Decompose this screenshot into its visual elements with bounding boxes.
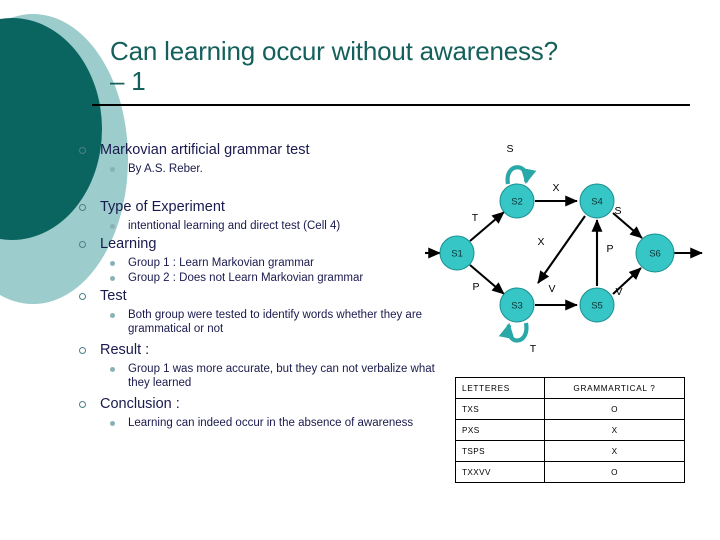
table-row: PXS X [455, 419, 685, 441]
table-cell-letters: TXXVV [455, 461, 545, 483]
bullet-item-group-2: Group 2 : Does not Learn Markovian gramm… [76, 272, 436, 286]
bullet-text: Group 1 : Learn Markovian grammar [128, 257, 314, 269]
edge-label-diagonal-v: V [548, 283, 555, 295]
bullet-item-both-group-tested: Both group were tested to identify words… [76, 309, 436, 336]
edge-label-s1-s2: T [472, 212, 479, 224]
edge-s4-s3-diagonal [537, 215, 586, 284]
bullet-marker-level2 [110, 367, 115, 372]
node-s5[interactable]: S5 [579, 287, 615, 323]
self-loop-label-s3: T [530, 343, 537, 355]
bullet-marker-level2 [110, 421, 115, 426]
table-cell-grammatical: O [544, 398, 685, 420]
edge-label-s2-s4: X [552, 182, 559, 194]
bullet-text: Group 1 was more accurate, but they can … [128, 363, 435, 389]
table-cell-letters: TSPS [455, 440, 545, 462]
bullet-marker-level1 [79, 347, 86, 354]
markov-state-diagram: T P X X V P S V S T S1 S2 S3 S4 S5 S6 [420, 118, 720, 378]
bullet-marker-level1 [79, 241, 86, 248]
grammar-table: LETTERES GRAMMARTICAL ? TXS O PXS X TSPS… [455, 377, 685, 483]
edge-label-s4-s6: S [614, 205, 621, 217]
table-cell-grammatical: X [544, 419, 685, 441]
table-cell-letters: TXS [455, 398, 545, 420]
table-header-row: LETTERES GRAMMARTICAL ? [455, 377, 685, 399]
node-label-s6: S6 [649, 249, 661, 260]
bullet-item-group-1-accurate: Group 1 was more accurate, but they can … [76, 363, 436, 390]
node-s4[interactable]: S4 [579, 183, 615, 219]
node-s3[interactable]: S3 [499, 287, 535, 323]
bullet-item-markovian: Markovian artificial grammar test [76, 142, 436, 159]
node-label-s3: S3 [511, 301, 523, 312]
bullet-text: By A.S. Reber. [128, 163, 203, 175]
bullet-text: Result : [100, 342, 150, 358]
bullet-item-absence-of-awareness: Learning can indeed occur in the absence… [76, 417, 436, 431]
table-row: TXXVV O [455, 461, 685, 483]
node-label-s5: S5 [591, 301, 603, 312]
bullet-text: Group 2 : Does not Learn Markovian gramm… [128, 271, 364, 284]
edge-label-s1-s3: P [472, 281, 479, 293]
bullet-item-result: Result : [76, 342, 436, 359]
edge-label-diagonal-x: X [537, 236, 544, 248]
node-s1[interactable]: S1 [439, 235, 475, 271]
edge-label-s5-s4: P [606, 243, 613, 255]
table-cell-letters: PXS [455, 419, 545, 441]
self-loop-s2 [505, 165, 537, 185]
bullet-marker-level2 [110, 223, 115, 229]
table-cell-grammatical: X [544, 440, 685, 462]
bullet-marker-level2 [110, 261, 115, 266]
page-title-line-2: – 1 [110, 66, 146, 96]
bullet-item-reber: By A.S. Reber. [76, 163, 436, 177]
bullet-text: intentional learning and direct test (Ce… [128, 219, 341, 232]
page-title: Can learning occur without awareness? – … [110, 36, 690, 96]
bullet-marker-level2 [110, 167, 115, 172]
bullet-item-conclusion: Conclusion : [76, 396, 436, 413]
title-divider [92, 104, 690, 106]
bullet-list: Markovian artificial grammar test By A.S… [76, 142, 436, 431]
page-title-line-1: Can learning occur without awareness? [110, 36, 558, 66]
slide-canvas: Can learning occur without awareness? – … [0, 0, 720, 540]
bullet-text: Test [100, 288, 127, 304]
self-loop-s3 [498, 322, 529, 343]
table-row: TXS O [455, 398, 685, 420]
bullet-item-learning: Learning [76, 236, 436, 253]
bullet-marker-level2 [110, 313, 115, 318]
node-s6[interactable]: S6 [635, 233, 675, 273]
bullet-text: Learning [100, 236, 157, 252]
bullet-text: Conclusion : [100, 396, 180, 412]
bullet-item-intentional-learning: intentional learning and direct test (Ce… [76, 220, 436, 234]
node-label-s1: S1 [451, 249, 463, 260]
table-cell-grammatical: O [544, 461, 685, 483]
bullet-text: Both group were tested to identify words… [128, 309, 423, 335]
bullet-marker-level1 [79, 203, 86, 211]
table-header-letteres: LETTERES [455, 377, 545, 399]
bullet-marker-level1 [79, 293, 86, 300]
edge-label-s5-s6: V [615, 286, 622, 298]
bullet-item-type-of-experiment: Type of Experiment [76, 199, 436, 216]
bullet-marker-level1 [79, 401, 86, 408]
bullet-text: Markovian artificial grammar test [100, 142, 310, 158]
self-loop-label-s2: S [506, 143, 513, 155]
node-label-s2: S2 [511, 197, 523, 208]
node-label-s4: S4 [591, 197, 603, 208]
table-row: TSPS X [455, 440, 685, 462]
bullet-marker-level2 [110, 275, 115, 281]
bullet-item-group-1: Group 1 : Learn Markovian grammar [76, 257, 436, 271]
node-s2[interactable]: S2 [499, 183, 535, 219]
bullet-marker-level1 [79, 147, 86, 154]
bullet-text: Type of Experiment [100, 198, 225, 215]
table-header-grammartical: GRAMMARTICAL ? [544, 377, 685, 399]
bullet-text: Learning can indeed occur in the absence… [128, 417, 414, 429]
bullet-item-test: Test [76, 288, 436, 305]
